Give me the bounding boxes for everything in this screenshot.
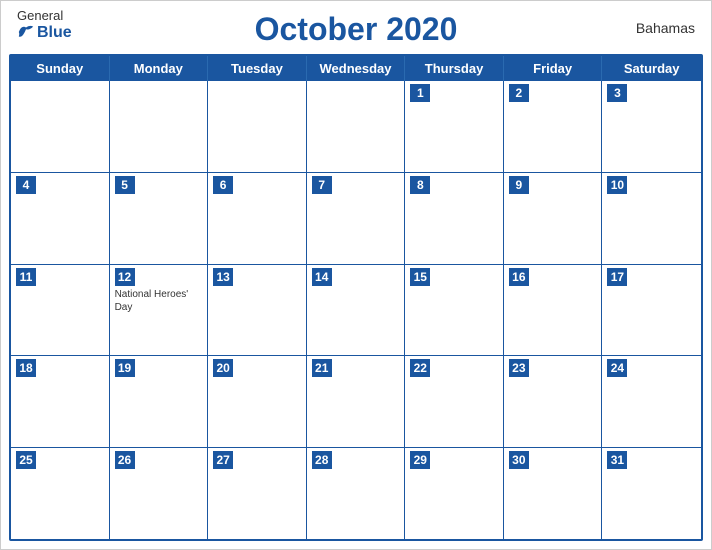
day-number: 31 <box>607 451 627 469</box>
day-cell <box>110 81 209 172</box>
day-cell: 16 <box>504 265 603 356</box>
week-row-3: 18 19 20 21 22 23 24 <box>11 356 701 448</box>
day-number: 4 <box>16 176 36 194</box>
day-headers-row: SundayMondayTuesdayWednesdayThursdayFrid… <box>11 56 701 81</box>
day-cell: 8 <box>405 173 504 264</box>
day-number: 28 <box>312 451 332 469</box>
day-number: 5 <box>115 176 135 194</box>
day-cell: 1 <box>405 81 504 172</box>
logo: General Blue <box>17 9 72 41</box>
day-number: 15 <box>410 268 430 286</box>
day-cell: 23 <box>504 356 603 447</box>
month-title: October 2020 <box>255 11 458 48</box>
logo-general: General <box>17 9 63 23</box>
day-cell: 21 <box>307 356 406 447</box>
day-number: 11 <box>16 268 36 286</box>
day-cell: 5 <box>110 173 209 264</box>
day-cell: 26 <box>110 448 209 539</box>
day-cell: 14 <box>307 265 406 356</box>
day-number: 25 <box>16 451 36 469</box>
day-cell <box>208 81 307 172</box>
day-cell: 29 <box>405 448 504 539</box>
day-cell: 6 <box>208 173 307 264</box>
day-number: 2 <box>509 84 529 102</box>
day-cell: 31 <box>602 448 701 539</box>
day-number: 27 <box>213 451 233 469</box>
day-cell: 3 <box>602 81 701 172</box>
day-cell: 2 <box>504 81 603 172</box>
day-header-thursday: Thursday <box>405 56 504 81</box>
day-number: 13 <box>213 268 233 286</box>
calendar-header: General Blue October 2020 Bahamas <box>1 1 711 54</box>
day-cell: 12 National Heroes' Day <box>110 265 209 356</box>
day-number: 14 <box>312 268 332 286</box>
calendar: General Blue October 2020 Bahamas Sunday… <box>0 0 712 550</box>
day-number: 9 <box>509 176 529 194</box>
day-number: 6 <box>213 176 233 194</box>
logo-blue: Blue <box>17 23 72 41</box>
day-cell: 30 <box>504 448 603 539</box>
day-number: 22 <box>410 359 430 377</box>
week-row-0: 1 2 3 <box>11 81 701 173</box>
day-cell: 24 <box>602 356 701 447</box>
day-number: 17 <box>607 268 627 286</box>
day-cell: 18 <box>11 356 110 447</box>
day-cell: 27 <box>208 448 307 539</box>
week-row-2: 11 12 National Heroes' Day 13 14 15 16 17 <box>11 265 701 357</box>
day-number: 3 <box>607 84 627 102</box>
day-cell <box>11 81 110 172</box>
day-cell: 4 <box>11 173 110 264</box>
day-cell: 22 <box>405 356 504 447</box>
day-cell: 15 <box>405 265 504 356</box>
day-number: 8 <box>410 176 430 194</box>
day-cell: 17 <box>602 265 701 356</box>
day-number: 18 <box>16 359 36 377</box>
day-number: 16 <box>509 268 529 286</box>
day-cell: 20 <box>208 356 307 447</box>
day-number: 30 <box>509 451 529 469</box>
day-header-wednesday: Wednesday <box>307 56 406 81</box>
day-number: 29 <box>410 451 430 469</box>
day-cell: 28 <box>307 448 406 539</box>
event-label: National Heroes' Day <box>115 288 203 314</box>
day-number: 23 <box>509 359 529 377</box>
day-cell: 9 <box>504 173 603 264</box>
day-number: 26 <box>115 451 135 469</box>
week-row-1: 4 5 6 7 8 9 10 <box>11 173 701 265</box>
day-number: 1 <box>410 84 430 102</box>
day-number: 12 <box>115 268 135 286</box>
day-header-monday: Monday <box>110 56 209 81</box>
day-number: 19 <box>115 359 135 377</box>
day-cell: 13 <box>208 265 307 356</box>
day-number: 24 <box>607 359 627 377</box>
day-cell: 7 <box>307 173 406 264</box>
day-header-tuesday: Tuesday <box>208 56 307 81</box>
logo-bird-icon <box>17 23 35 41</box>
day-header-friday: Friday <box>504 56 603 81</box>
day-number: 10 <box>607 176 627 194</box>
day-cell: 25 <box>11 448 110 539</box>
weeks-container: 123456789101112National Heroes' Day13141… <box>11 81 701 539</box>
day-cell: 11 <box>11 265 110 356</box>
day-header-saturday: Saturday <box>602 56 701 81</box>
day-header-sunday: Sunday <box>11 56 110 81</box>
week-row-4: 25 26 27 28 29 30 31 <box>11 448 701 539</box>
day-cell <box>307 81 406 172</box>
day-number: 20 <box>213 359 233 377</box>
calendar-grid: SundayMondayTuesdayWednesdayThursdayFrid… <box>9 54 703 541</box>
day-cell: 10 <box>602 173 701 264</box>
country-label: Bahamas <box>636 20 695 36</box>
day-number: 21 <box>312 359 332 377</box>
day-number: 7 <box>312 176 332 194</box>
day-cell: 19 <box>110 356 209 447</box>
